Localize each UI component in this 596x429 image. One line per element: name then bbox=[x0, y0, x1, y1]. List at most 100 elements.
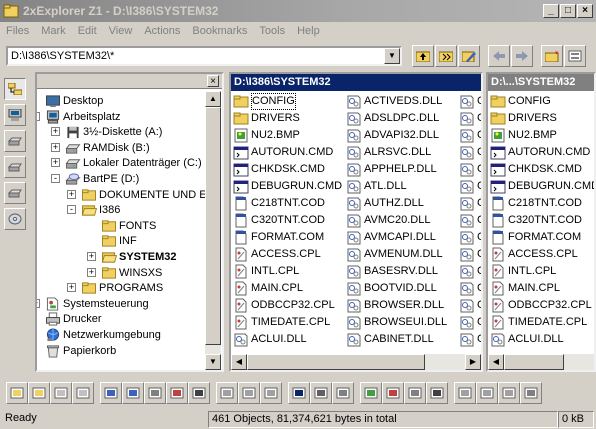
drive-b-button[interactable] bbox=[4, 130, 26, 152]
up-folder-button[interactable] bbox=[412, 45, 434, 67]
tree-item[interactable]: - I386 bbox=[37, 202, 205, 218]
main-scroll-thumb[interactable] bbox=[247, 354, 425, 370]
dll-icon bbox=[460, 299, 474, 313]
edit-path-button[interactable] bbox=[458, 45, 480, 67]
tree-item[interactable]: - Arbeitsplatz bbox=[37, 109, 205, 125]
expand-icon[interactable]: + bbox=[67, 189, 76, 199]
paste-button[interactable] bbox=[498, 382, 520, 404]
tree-item[interactable]: + Lokaler Datenträger (C:) bbox=[37, 155, 205, 171]
forward-button[interactable] bbox=[511, 45, 533, 67]
cpl-icon bbox=[235, 281, 247, 296]
expand-icon[interactable]: + bbox=[51, 158, 60, 168]
deselect-button[interactable] bbox=[144, 382, 166, 404]
scroll-left-icon[interactable]: ◀ bbox=[488, 354, 504, 370]
expand-icon[interactable]: + bbox=[51, 142, 60, 152]
secondary-scroll-thumb[interactable] bbox=[504, 354, 564, 370]
tree-item[interactable]: + RAMDisk (B:) bbox=[37, 140, 205, 156]
tree-item[interactable]: FONTS bbox=[37, 218, 205, 234]
back-button[interactable] bbox=[488, 45, 510, 67]
title-bar[interactable]: 2xExplorer Z1 - D:\I386\SYSTEM32 _ □ × bbox=[0, 0, 596, 22]
menu-files[interactable]: Files bbox=[0, 22, 35, 41]
close-tree-button[interactable]: × bbox=[207, 75, 219, 87]
tree-item[interactable]: Papierkorb bbox=[37, 343, 205, 359]
close-button[interactable]: × bbox=[577, 4, 593, 18]
path-combo[interactable]: D:\I386\SYSTEM32\* ▼ bbox=[6, 46, 402, 66]
select-pattern-button[interactable] bbox=[122, 382, 144, 404]
move-to-button[interactable] bbox=[72, 382, 94, 404]
find-icon bbox=[430, 387, 444, 399]
tree-scrollbar[interactable]: ▲ ▼ bbox=[205, 91, 221, 370]
tree-item[interactable]: + Systemsteuerung bbox=[37, 296, 205, 312]
tree-item[interactable]: + PROGRAMS bbox=[37, 280, 205, 296]
menu-mark[interactable]: Mark bbox=[35, 22, 71, 41]
explore-button[interactable] bbox=[382, 382, 404, 404]
delete-button[interactable] bbox=[260, 382, 282, 404]
new-file-button[interactable] bbox=[6, 382, 28, 404]
chevron-down-icon[interactable]: ▼ bbox=[384, 48, 400, 64]
rename-button[interactable] bbox=[520, 382, 542, 404]
tree-item[interactable]: + DOKUMENTE UND EI bbox=[37, 187, 205, 203]
drive-d-button[interactable] bbox=[4, 182, 26, 204]
file-name: ATL.DLL bbox=[364, 180, 407, 192]
expand-icon[interactable]: + bbox=[87, 267, 96, 277]
cut-button[interactable] bbox=[454, 382, 476, 404]
properties-button[interactable] bbox=[564, 45, 586, 67]
tree-item[interactable]: + SYSTEM32 bbox=[37, 249, 205, 265]
tree-item[interactable]: Drucker bbox=[37, 311, 205, 327]
new-folder-button[interactable] bbox=[28, 382, 50, 404]
menu-edit[interactable]: Edit bbox=[72, 22, 103, 41]
select-all-button[interactable] bbox=[100, 382, 122, 404]
menu-tools[interactable]: Tools bbox=[253, 22, 291, 41]
dual-pane-button[interactable] bbox=[310, 382, 332, 404]
find-button[interactable] bbox=[426, 382, 448, 404]
expand-icon[interactable]: + bbox=[87, 252, 96, 261]
copy-button[interactable] bbox=[476, 382, 498, 404]
compare-button[interactable] bbox=[216, 382, 238, 404]
run-button[interactable] bbox=[404, 382, 426, 404]
tree-toggle-button[interactable] bbox=[4, 78, 26, 100]
main-hscrollbar[interactable]: ◀ ▶ bbox=[231, 354, 481, 370]
maximize-button[interactable]: □ bbox=[560, 4, 576, 18]
menu-help[interactable]: Help bbox=[291, 22, 326, 41]
tile-pane-button[interactable] bbox=[332, 382, 354, 404]
scroll-down-icon[interactable]: ▼ bbox=[205, 354, 221, 370]
sync-button[interactable] bbox=[238, 382, 260, 404]
dll-icon bbox=[460, 282, 474, 296]
tree-item[interactable]: INF bbox=[37, 233, 205, 249]
tree-item[interactable]: +3½-Diskette (A:) bbox=[37, 124, 205, 140]
collapse-icon[interactable]: - bbox=[37, 111, 40, 121]
new-folder-button[interactable] bbox=[541, 45, 563, 67]
tree-item[interactable]: Desktop bbox=[37, 93, 205, 109]
menu-view[interactable]: View bbox=[103, 22, 139, 41]
single-pane-button[interactable] bbox=[288, 382, 310, 404]
tree-item[interactable]: Netzwerkumgebung bbox=[37, 327, 205, 343]
tree-scroll-thumb[interactable] bbox=[205, 107, 221, 345]
drive-a-button[interactable] bbox=[4, 104, 26, 126]
tree-item[interactable]: + WINSXS bbox=[37, 265, 205, 281]
menu-bookmarks[interactable]: Bookmarks bbox=[186, 22, 253, 41]
file-name: CONFIG bbox=[251, 93, 296, 110]
scroll-right-icon[interactable]: ▶ bbox=[465, 354, 481, 370]
file-name: AUTHZ.DLL bbox=[364, 197, 424, 209]
drive-icon bbox=[8, 163, 22, 172]
secondary-hscrollbar[interactable]: ◀ bbox=[488, 354, 594, 370]
copy-to-button[interactable] bbox=[50, 382, 72, 404]
filter-button[interactable] bbox=[188, 382, 210, 404]
tree-item[interactable]: - BartPE (D:) bbox=[37, 171, 205, 187]
cdrom-button[interactable] bbox=[4, 208, 26, 230]
expand-icon[interactable]: + bbox=[37, 298, 40, 308]
scroll-left-icon[interactable]: ◀ bbox=[231, 354, 247, 370]
minimize-button[interactable]: _ bbox=[543, 4, 559, 18]
expand-icon[interactable]: + bbox=[51, 127, 60, 137]
path-input[interactable]: D:\I386\SYSTEM32\* bbox=[11, 50, 114, 62]
root-folder-button[interactable] bbox=[435, 45, 457, 67]
menu-actions[interactable]: Actions bbox=[138, 22, 186, 41]
drive-c-button[interactable] bbox=[4, 156, 26, 178]
scroll-up-icon[interactable]: ▲ bbox=[205, 91, 221, 107]
expand-icon[interactable]: + bbox=[67, 283, 76, 293]
collapse-icon[interactable]: - bbox=[67, 205, 76, 215]
invert-selection-button[interactable] bbox=[166, 382, 188, 404]
file-name: AVMC20.DLL bbox=[364, 214, 431, 226]
refresh-button[interactable] bbox=[360, 382, 382, 404]
collapse-icon[interactable]: - bbox=[51, 174, 60, 183]
